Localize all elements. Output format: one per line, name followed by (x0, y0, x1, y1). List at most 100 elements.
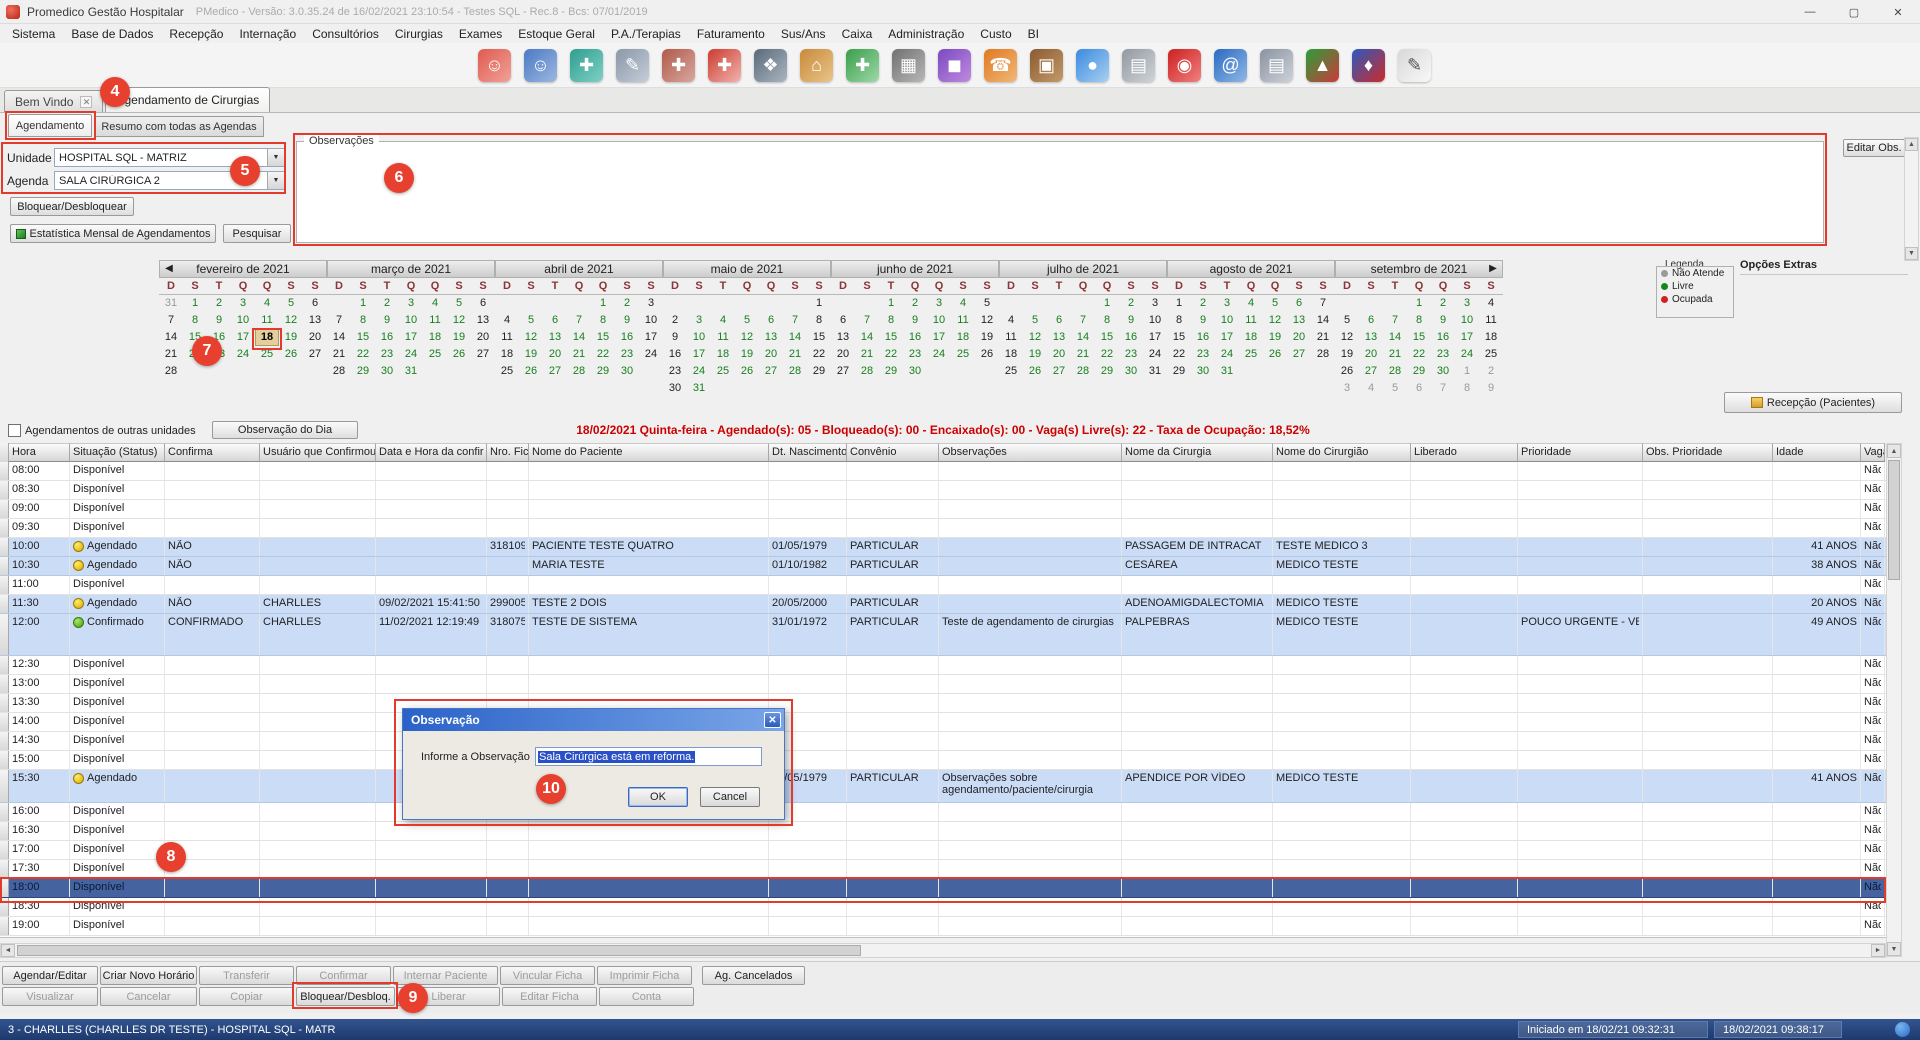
toolbar-icon-email[interactable]: @ (1214, 49, 1247, 82)
bottom-button-conta[interactable]: Conta (599, 987, 694, 1006)
toolbar-icon-supplies[interactable]: ⌂ (800, 49, 833, 82)
scrollbar-thumb[interactable] (1888, 460, 1900, 580)
table-row[interactable]: 11:30AgendadoNÃOCHARLLES09/02/2021 15:41… (0, 595, 1886, 614)
calendar-day[interactable]: 22 (351, 346, 375, 363)
calendar-day[interactable]: 5 (279, 295, 303, 312)
calendar-day[interactable]: 10 (1215, 312, 1239, 329)
calendar-day[interactable]: 5 (1335, 312, 1359, 329)
calendar-day[interactable]: 28 (567, 363, 591, 380)
column-header-obs-prioridade[interactable]: Obs. Prioridade (1643, 443, 1773, 462)
calendar-day[interactable]: 24 (639, 346, 663, 363)
scroll-up-icon[interactable]: ▲ (1905, 138, 1918, 151)
toolbar-icon-equipment[interactable]: ❖ (754, 49, 787, 82)
close-icon[interactable]: ✕ (1876, 0, 1920, 24)
next-month-arrow-icon[interactable]: ▶ (1486, 263, 1500, 274)
calendar-day[interactable]: 20 (831, 346, 855, 363)
table-row[interactable]: 12:00ConfirmadoCONFIRMADOCHARLLES11/02/2… (0, 614, 1886, 656)
table-row[interactable]: 10:30AgendadoNÃOMARIA TESTE01/10/1982PAR… (0, 557, 1886, 576)
menu-exames[interactable]: Exames (451, 26, 510, 42)
column-header-usu-rio-que-confirmou[interactable]: Usuário que Confirmou (260, 443, 376, 462)
calendar-day[interactable]: 1 (351, 295, 375, 312)
calendar-day[interactable]: 24 (927, 346, 951, 363)
calendar-day[interactable]: 22 (879, 346, 903, 363)
bottom-button-ag-cancelados[interactable]: Ag. Cancelados (702, 966, 805, 985)
calendar-day[interactable]: 9 (663, 329, 687, 346)
dialog-close-icon[interactable]: ✕ (764, 712, 781, 728)
column-header-nome-do-paciente[interactable]: Nome do Paciente (529, 443, 769, 462)
calendar-day[interactable]: 19 (735, 346, 759, 363)
calendar-day[interactable]: 14 (855, 329, 879, 346)
calendar-day[interactable]: 8 (1167, 312, 1191, 329)
bottom-button-vincular-ficha[interactable]: Vincular Ficha (500, 966, 595, 985)
column-header-dt-nascimento[interactable]: Dt. Nascimento (769, 443, 847, 462)
calendar-day[interactable]: 13 (1047, 329, 1071, 346)
calendar-day[interactable]: 16 (903, 329, 927, 346)
tab-close-icon[interactable]: ✕ (80, 96, 92, 108)
calendar-day[interactable]: 14 (1071, 329, 1095, 346)
calendar-day[interactable]: 28 (1311, 346, 1335, 363)
toolbar-icon-pharmacy[interactable]: ✚ (846, 49, 879, 82)
toolbar-icon-patients[interactable]: ☺ (478, 49, 511, 82)
calendar-day[interactable]: 13 (1359, 329, 1383, 346)
calendar-day[interactable]: 7 (1431, 380, 1455, 397)
toolbar-icon-chart[interactable]: ▲ (1306, 49, 1339, 82)
calendar-day[interactable]: 1 (591, 295, 615, 312)
calendar-day[interactable]: 18 (423, 329, 447, 346)
calendar-day[interactable]: 3 (639, 295, 663, 312)
calendar-day[interactable]: 23 (375, 346, 399, 363)
calendar-day[interactable]: 10 (687, 329, 711, 346)
calendar-day[interactable]: 19 (975, 329, 999, 346)
toolbar-icon-indicators[interactable]: ♦ (1352, 49, 1385, 82)
table-row[interactable]: 13:30DisponívelNão (0, 694, 1886, 713)
observacoes-textarea[interactable] (296, 141, 1824, 243)
calendar-day[interactable]: 29 (1095, 363, 1119, 380)
toolbar-icon-report[interactable]: ▤ (1122, 49, 1155, 82)
calendar-day[interactable]: 12 (447, 312, 471, 329)
editar-obs-button[interactable]: Editar Obs. (1843, 139, 1905, 157)
calendar-day[interactable]: 16 (1191, 329, 1215, 346)
column-header-hora[interactable]: Hora (9, 443, 70, 462)
calendar-day[interactable]: 8 (351, 312, 375, 329)
calendar-day[interactable]: 31 (1143, 363, 1167, 380)
menu-consult-rios[interactable]: Consultórios (304, 26, 387, 42)
calendar-day[interactable]: 2 (207, 295, 231, 312)
calendar-day[interactable]: 8 (1455, 380, 1479, 397)
calendar-day[interactable]: 20 (543, 346, 567, 363)
calendar-day[interactable]: 27 (303, 346, 327, 363)
calendar-day[interactable]: 6 (543, 312, 567, 329)
calendar-day[interactable]: 29 (1167, 363, 1191, 380)
bottom-button-imprimir-ficha[interactable]: Imprimir Ficha (597, 966, 692, 985)
toolbar-icon-phone[interactable]: ☎ (984, 49, 1017, 82)
calendar-day[interactable]: 11 (1239, 312, 1263, 329)
calendar-day[interactable]: 18 (951, 329, 975, 346)
bottom-button-bloquear-desbloq[interactable]: Bloquear/Desbloq. (296, 987, 395, 1006)
calendar-day[interactable]: 21 (159, 346, 183, 363)
calendar-day[interactable]: 23 (663, 363, 687, 380)
calendar-day[interactable]: 23 (1191, 346, 1215, 363)
calendar-day[interactable]: 4 (1239, 295, 1263, 312)
calendar-day[interactable]: 14 (567, 329, 591, 346)
calendar-day[interactable]: 5 (735, 312, 759, 329)
calendar-day[interactable]: 29 (807, 363, 831, 380)
calendar-day[interactable]: 19 (1263, 329, 1287, 346)
prev-month-arrow-icon[interactable]: ◀ (162, 263, 176, 274)
calendar-day[interactable]: 6 (831, 312, 855, 329)
table-row[interactable]: 19:00DisponívelNão (0, 917, 1886, 936)
calendar-day[interactable]: 27 (1047, 363, 1071, 380)
calendar-day[interactable]: 12 (1023, 329, 1047, 346)
calendar-day[interactable]: 2 (1191, 295, 1215, 312)
calendar-day[interactable]: 25 (423, 346, 447, 363)
calendar-day[interactable]: 30 (1119, 363, 1143, 380)
calendar-day[interactable]: 10 (1143, 312, 1167, 329)
calendar-day[interactable]: 6 (1287, 295, 1311, 312)
column-header-idade[interactable]: Idade (1773, 443, 1861, 462)
calendar-day[interactable]: 28 (783, 363, 807, 380)
calendar-day[interactable]: 17 (1455, 329, 1479, 346)
calendar-day[interactable]: 31 (399, 363, 423, 380)
calendar-day[interactable]: 20 (759, 346, 783, 363)
calendar-day[interactable]: 12 (1263, 312, 1287, 329)
calendar-day[interactable]: 10 (399, 312, 423, 329)
calendar-day[interactable]: 25 (1239, 346, 1263, 363)
scroll-left-icon[interactable]: ◄ (1, 944, 15, 957)
table-row[interactable]: 08:30DisponívelNão (0, 481, 1886, 500)
